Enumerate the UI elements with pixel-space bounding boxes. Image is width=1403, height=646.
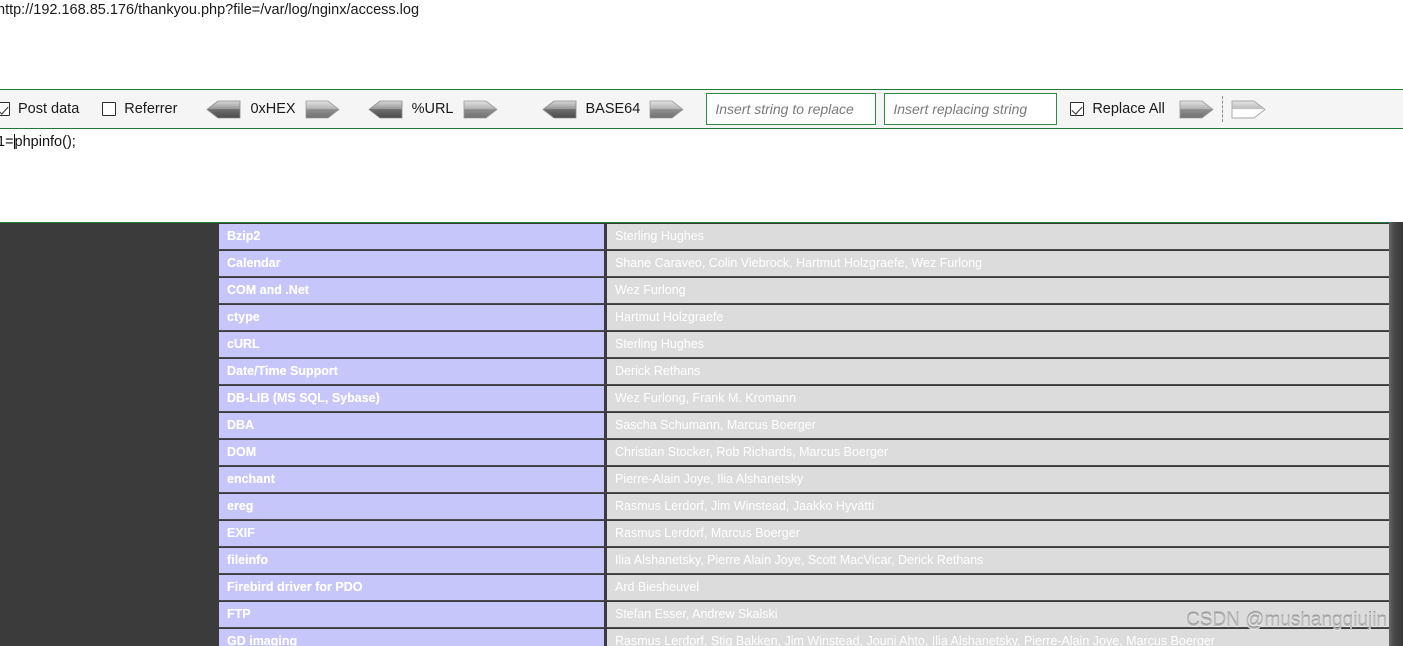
module-authors-cell: Rasmus Lerdorf, Marcus Boerger [606, 521, 1389, 547]
post-data-checkbox-box[interactable] [0, 102, 10, 116]
module-name-cell: cURL [219, 332, 607, 358]
module-name-cell: Date/Time Support [219, 359, 607, 385]
module-name-cell: fileinfo [219, 548, 607, 574]
toolbar-separator [1221, 96, 1223, 122]
module-authors-cell: Shane Caraveo, Colin Viebrock, Hartmut H… [606, 251, 1389, 277]
base64-encode-arrow-right-icon[interactable] [649, 100, 684, 119]
module-authors-cell: Hartmut Holzgraefe [606, 305, 1389, 331]
module-name-cell: Firebird driver for PDO [219, 575, 607, 601]
replace-all-checkbox-box[interactable] [1070, 102, 1085, 116]
replacing-string-field[interactable] [884, 93, 1058, 125]
table-row: DB-LIB (MS SQL, Sybase) Wez Furlong, Fran… [219, 386, 1389, 412]
table-row: enchant Pierre-Alain Joye, Ilia Alshanets… [219, 467, 1389, 493]
module-authors-cell: Stefan Esser, Andrew Skalski [606, 602, 1389, 628]
replace-string-field[interactable] [706, 93, 877, 125]
table-row: Calendar Shane Caraveo, Colin Viebrock, H… [219, 251, 1389, 277]
request-body-text[interactable]: 1=phpinfo(); [0, 134, 76, 150]
module-name-cell: EXIF [219, 521, 607, 547]
encoder-group-url: %URL [367, 90, 498, 128]
table-row: ctype Hartmut Holzgraefe [219, 305, 1389, 331]
encoder-group-hex: 0xHEX [206, 90, 340, 128]
table-row: GD imaging Rasmus Lerdorf, Stig Bakken, J… [219, 629, 1389, 646]
module-name-cell: COM and .Net [219, 278, 607, 304]
module-name-cell: Calendar [219, 251, 607, 277]
php-credits-table: Bzip2 Sterling Hughes Calendar Shane Carave… [219, 223, 1389, 646]
table-row: cURL Sterling Hughes [219, 332, 1389, 358]
module-authors-cell: Rasmus Lerdorf, Stig Bakken, Jim Winstea… [606, 629, 1389, 646]
referrer-checkbox[interactable]: Referrer [102, 90, 177, 128]
request-body-after-caret: phpinfo(); [14, 134, 76, 150]
scrollbar-thumb[interactable] [1389, 222, 1403, 646]
replacing-string-input[interactable] [891, 94, 1051, 124]
app-root: http://192.168.85.176/thankyou.php?file=… [0, 0, 1403, 646]
referrer-label: Referrer [124, 101, 178, 117]
encoder-label-url: %URL [411, 101, 454, 117]
table-row: COM and .Net Wez Furlong [219, 278, 1389, 304]
module-authors-cell: Pierre-Alain Joye, Ilia Alshanetsky [606, 467, 1389, 493]
module-authors-cell: Ard Biesheuvel [606, 575, 1389, 601]
encoder-group-base64: BASE64 [541, 90, 685, 128]
module-authors-cell: Derick Rethans [606, 359, 1389, 385]
module-name-cell: enchant [219, 467, 607, 493]
table-row: Bzip2 Sterling Hughes [219, 224, 1389, 250]
response-vertical-scrollbar[interactable] [1389, 222, 1403, 646]
php-credits-table-body: Bzip2 Sterling Hughes Calendar Shane Carave… [219, 224, 1389, 646]
module-name-cell: ereg [219, 494, 607, 520]
url-decode-arrow-left-icon[interactable] [367, 100, 403, 119]
module-name-cell: Bzip2 [219, 224, 607, 250]
hex-encode-arrow-right-icon[interactable] [305, 100, 340, 119]
replace-all-label: Replace All [1092, 101, 1165, 117]
encoder-label-base64: BASE64 [585, 101, 641, 117]
request-url-text: http://192.168.85.176/thankyou.php?file=… [0, 2, 420, 18]
replace-all-checkbox[interactable]: Replace All [1070, 90, 1165, 128]
module-name-cell: GD imaging [219, 629, 607, 646]
response-pane: Bzip2 Sterling Hughes Calendar Shane Carave… [0, 222, 1403, 646]
encoder-label-hex: 0xHEX [250, 101, 296, 117]
table-row: DBA Sascha Schumann, Marcus Boerger [219, 413, 1389, 439]
post-data-label: Post data [18, 101, 80, 117]
table-row: Firebird driver for PDO Ard Biesheuvel [219, 575, 1389, 601]
module-authors-cell: Christian Stocker, Rob Richards, Marcus … [606, 440, 1389, 466]
module-authors-cell: Ilia Alshanetsky, Pierre Alain Joye, Sco… [606, 548, 1389, 574]
request-body-before-caret: 1= [0, 134, 14, 150]
module-name-cell: DOM [219, 440, 607, 466]
module-authors-cell: Wez Furlong [606, 278, 1389, 304]
table-row: EXIF Rasmus Lerdorf, Marcus Boerger [219, 521, 1389, 547]
base64-decode-arrow-left-icon[interactable] [541, 100, 577, 119]
module-authors-cell: Rasmus Lerdorf, Jim Winstead, Jaakko Hyv… [606, 494, 1389, 520]
module-name-cell: DB-LIB (MS SQL, Sybase) [219, 386, 607, 412]
table-row: ereg Rasmus Lerdorf, Jim Winstead, Jaakko… [219, 494, 1389, 520]
table-row: Date/Time Support Derick Rethans [219, 359, 1389, 385]
php-credits-table-wrapper: Bzip2 Sterling Hughes Calendar Shane Carave… [219, 223, 1389, 646]
module-authors-cell: Sascha Schumann, Marcus Boerger [606, 413, 1389, 439]
url-encode-arrow-right-icon[interactable] [463, 100, 498, 119]
replace-string-input[interactable] [713, 94, 870, 124]
module-name-cell: FTP [219, 602, 607, 628]
table-row: DOM Christian Stocker, Rob Richards, Marc… [219, 440, 1389, 466]
referrer-checkbox-box[interactable] [102, 102, 117, 116]
module-name-cell: DBA [219, 413, 607, 439]
table-row: fileinfo Ilia Alshanetsky, Pierre Alain J… [219, 548, 1389, 574]
hex-decode-arrow-left-icon[interactable] [206, 100, 241, 119]
module-authors-cell: Sterling Hughes [606, 224, 1389, 250]
module-authors-cell: Sterling Hughes [606, 332, 1389, 358]
post-data-checkbox[interactable]: Post data [0, 90, 79, 128]
apply-replace-arrow-right-icon[interactable] [1179, 100, 1214, 119]
module-name-cell: ctype [219, 305, 607, 331]
table-row: FTP Stefan Esser, Andrew Skalski [219, 602, 1389, 628]
undo-replace-arrow-right-outline-icon[interactable] [1231, 100, 1266, 119]
module-authors-cell: Wez Furlong, Frank M. Kromann [606, 386, 1389, 412]
encoder-toolbar: Post data Referrer 0xHEX %URL BASE64 Ins… [0, 89, 1403, 129]
